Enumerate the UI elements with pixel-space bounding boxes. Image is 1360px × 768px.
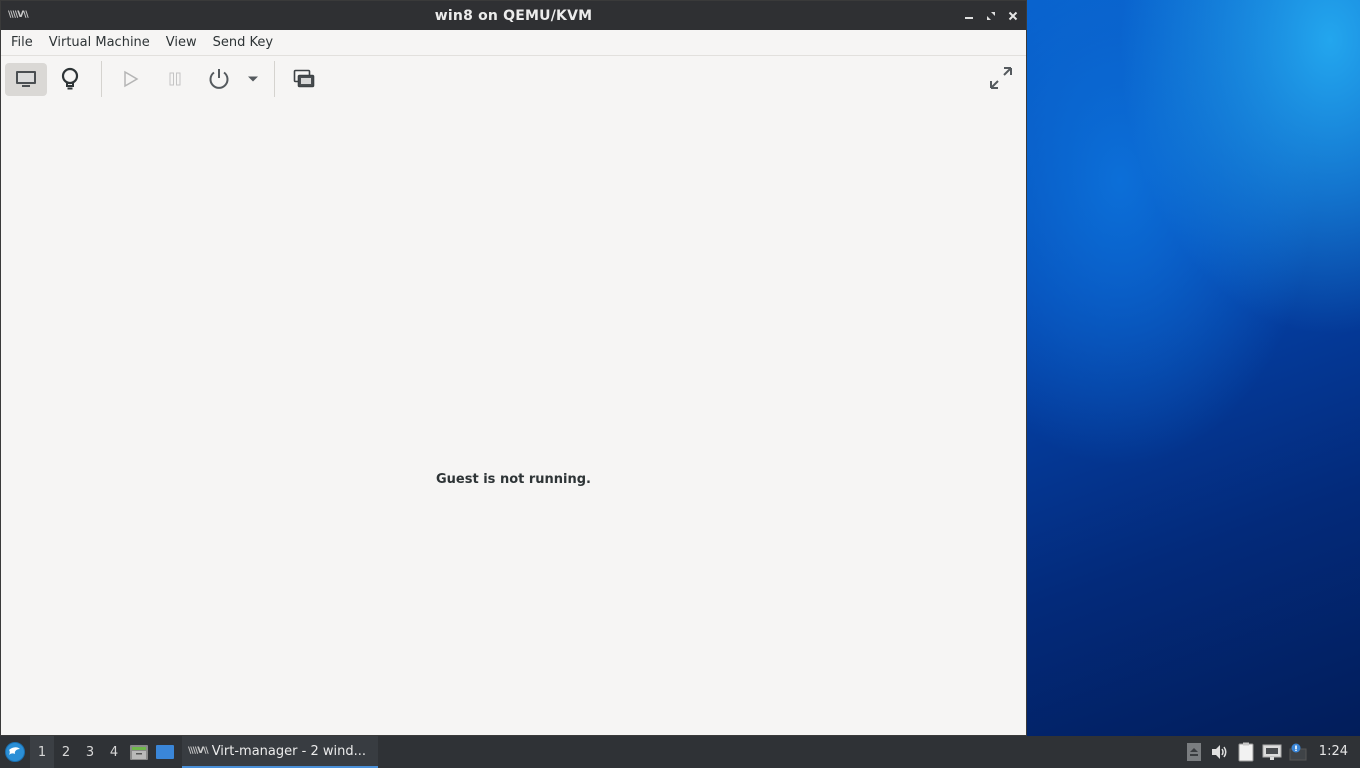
- network-icon: [1262, 744, 1282, 760]
- guest-status-message: Guest is not running.: [436, 472, 591, 487]
- pause-icon: [169, 72, 181, 86]
- maximize-icon[interactable]: [984, 9, 998, 23]
- clipboard-tray-button[interactable]: [1233, 736, 1259, 768]
- toolbar-separator: [101, 61, 102, 97]
- fullscreen-button[interactable]: [986, 63, 1016, 93]
- minimize-icon[interactable]: [962, 9, 976, 23]
- toolbar-separator: [274, 61, 275, 97]
- taskbar: 1 2 3 4 \\\\V\\ Virt-manager - 2 wind...: [0, 736, 1360, 768]
- close-icon[interactable]: [1006, 9, 1020, 23]
- menu-virtual-machine[interactable]: Virtual Machine: [41, 30, 158, 55]
- eject-icon: [1186, 743, 1201, 761]
- start-menu-button[interactable]: [0, 736, 30, 768]
- file-manager-launcher[interactable]: [126, 736, 152, 768]
- lightbulb-icon: [61, 67, 79, 90]
- chevron-down-icon: [248, 76, 258, 82]
- fullscreen-icon: [990, 67, 1012, 89]
- start-menu-icon: [5, 742, 25, 762]
- show-details-button[interactable]: [49, 63, 91, 96]
- pause-button[interactable]: [154, 63, 196, 96]
- eject-tray-button[interactable]: [1181, 736, 1207, 768]
- monitor-icon: [16, 71, 36, 87]
- menu-view[interactable]: View: [158, 30, 205, 55]
- workspace-3[interactable]: 3: [78, 736, 102, 768]
- taskbar-task-virt-manager[interactable]: \\\\V\\ Virt-manager - 2 wind...: [182, 736, 378, 768]
- workspace-1[interactable]: 1: [30, 736, 54, 768]
- desktop-icon: [156, 745, 174, 759]
- snapshots-button[interactable]: [283, 63, 325, 96]
- window-controls: [962, 1, 1020, 30]
- vm-console-window: \\\\V\\ win8 on QEMU/KVM File Virtual Ma…: [0, 0, 1027, 736]
- power-icon: [209, 69, 229, 89]
- snapshots-icon: [293, 69, 315, 88]
- window-titlebar[interactable]: \\\\V\\ win8 on QEMU/KVM: [1, 1, 1026, 30]
- notification-tray-button[interactable]: [1285, 736, 1311, 768]
- menu-file[interactable]: File: [3, 30, 41, 55]
- run-button[interactable]: [110, 63, 152, 96]
- show-console-button[interactable]: [5, 62, 47, 96]
- menu-send-key[interactable]: Send Key: [205, 30, 281, 55]
- menubar: File Virtual Machine View Send Key: [1, 30, 1026, 56]
- shutdown-menu-button[interactable]: [242, 63, 264, 96]
- show-desktop-launcher[interactable]: [152, 736, 178, 768]
- volume-tray-button[interactable]: [1207, 736, 1233, 768]
- clock[interactable]: 1:24: [1311, 736, 1360, 768]
- workspace-4[interactable]: 4: [102, 736, 126, 768]
- play-icon: [124, 70, 139, 88]
- virt-manager-app-icon: \\\\V\\: [8, 10, 29, 20]
- shutdown-button[interactable]: [198, 63, 240, 96]
- workspace-2[interactable]: 2: [54, 736, 78, 768]
- file-manager-icon: [130, 745, 148, 760]
- console-viewer: Guest is not running.: [1, 102, 1026, 735]
- notification-info-icon: [1289, 743, 1307, 761]
- system-tray: 1:24: [1181, 736, 1360, 768]
- clipboard-icon: [1238, 742, 1254, 762]
- toolbar: [1, 56, 1026, 102]
- virt-manager-task-icon: \\\\V\\: [188, 746, 209, 756]
- network-tray-button[interactable]: [1259, 736, 1285, 768]
- volume-icon: [1211, 745, 1227, 759]
- window-title: win8 on QEMU/KVM: [434, 7, 593, 24]
- task-label: Virt-manager - 2 wind...: [211, 743, 366, 759]
